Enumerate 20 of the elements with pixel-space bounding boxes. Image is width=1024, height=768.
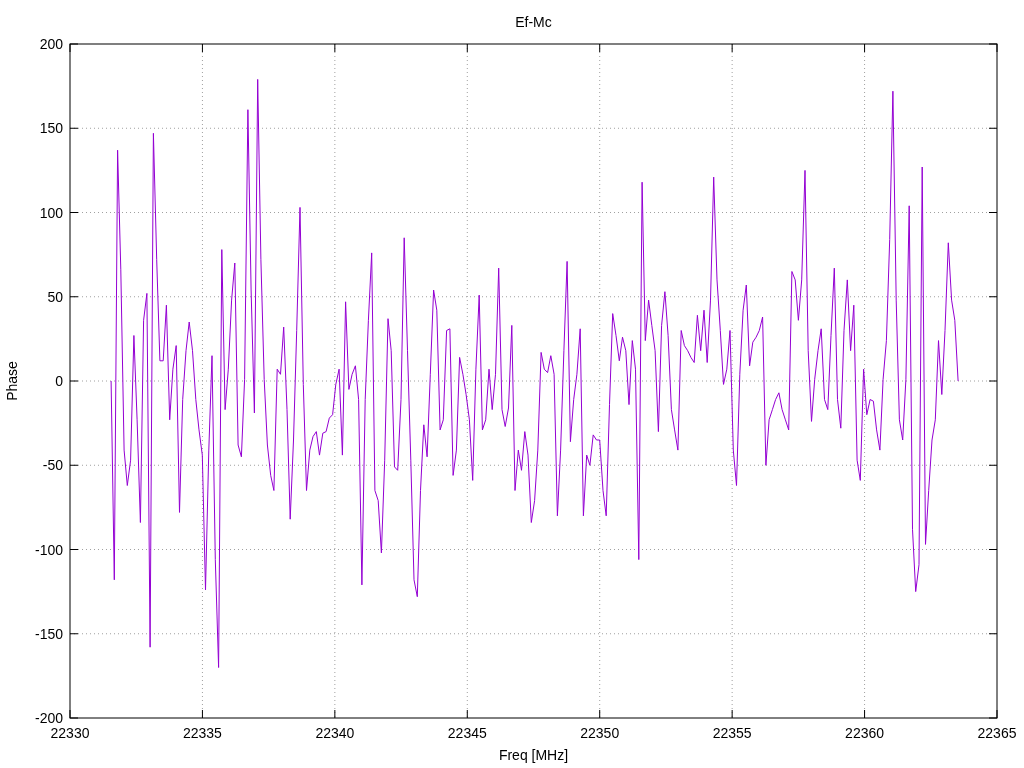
y-tick-label: 100	[39, 204, 63, 221]
chart-title: Ef-Mc	[515, 14, 552, 30]
y-tick-label: -150	[34, 625, 63, 642]
x-tick-label: 22335	[182, 725, 222, 741]
y-tick-label: 50	[47, 288, 63, 305]
x-tick-label: 22345	[447, 725, 487, 741]
y-tick-label: 200	[39, 36, 63, 52]
x-tick-label: 22355	[712, 725, 752, 741]
x-axis-label: Freq [MHz]	[498, 747, 569, 763]
y-tick-label: -50	[42, 457, 63, 474]
y-tick-label: 0	[55, 373, 63, 389]
y-tick-label: -200	[34, 710, 63, 726]
y-axis-label: Phase	[4, 361, 20, 401]
y-tick-label: 150	[39, 120, 63, 137]
x-tick-label: 22350	[580, 725, 620, 741]
x-tick-label: 22340	[315, 725, 355, 741]
x-tick-label: 22365	[977, 725, 1017, 741]
y-tick-label: -100	[34, 541, 63, 558]
x-tick-label: 22360	[845, 725, 885, 741]
x-tick-label: 22330	[50, 725, 90, 741]
